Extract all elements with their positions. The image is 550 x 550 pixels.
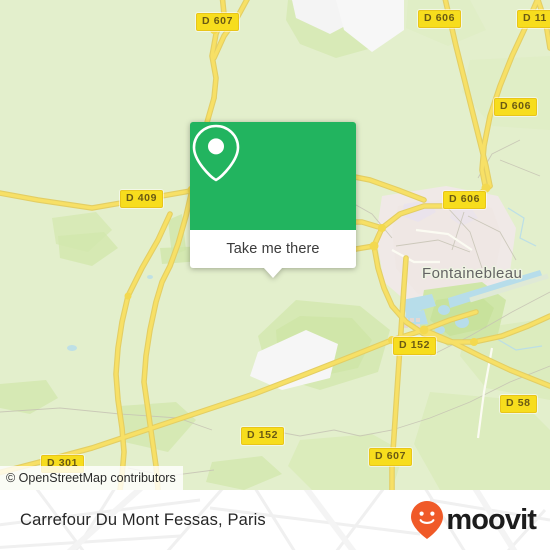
osm-attribution[interactable]: © OpenStreetMap contributors bbox=[0, 466, 183, 490]
road-shield: D 606 bbox=[443, 191, 487, 209]
road-shield: D 409 bbox=[120, 190, 164, 208]
location-callout-card[interactable]: Take me there bbox=[190, 122, 356, 278]
moovit-brand[interactable]: moovit bbox=[410, 490, 537, 550]
road-shield: D 152 bbox=[393, 337, 437, 355]
map-canvas[interactable]: D 607 D 606 D 11 D 606 D 606 D 409 D 152… bbox=[0, 0, 550, 490]
road-shield: D 11 bbox=[517, 10, 550, 28]
road-shield: D 152 bbox=[241, 427, 285, 445]
road-shield: D 607 bbox=[369, 448, 413, 466]
road-shield: D 607 bbox=[196, 13, 240, 31]
map-screenshot: D 607 D 606 D 11 D 606 D 606 D 409 D 152… bbox=[0, 0, 550, 550]
map-pin-icon bbox=[192, 124, 240, 182]
callout-action-panel[interactable]: Take me there bbox=[190, 230, 356, 278]
road-shield: D 58 bbox=[500, 395, 537, 413]
callout-pin-panel bbox=[190, 122, 356, 230]
road-shield: D 606 bbox=[418, 10, 462, 28]
bottom-info-bar: Carrefour Du Mont Fessas, Paris moovit bbox=[0, 490, 550, 550]
take-me-there-label: Take me there bbox=[226, 241, 320, 257]
moovit-smiley-pin-icon bbox=[411, 501, 444, 539]
place-label-fontainebleau: Fontainebleau bbox=[422, 265, 523, 282]
moovit-wordmark: moovit bbox=[446, 503, 537, 536]
callout-tail bbox=[263, 267, 283, 278]
location-title: Carrefour Du Mont Fessas, Paris bbox=[20, 510, 266, 529]
osm-attribution-text: © OpenStreetMap contributors bbox=[6, 471, 176, 485]
road-shield: D 606 bbox=[494, 98, 538, 116]
